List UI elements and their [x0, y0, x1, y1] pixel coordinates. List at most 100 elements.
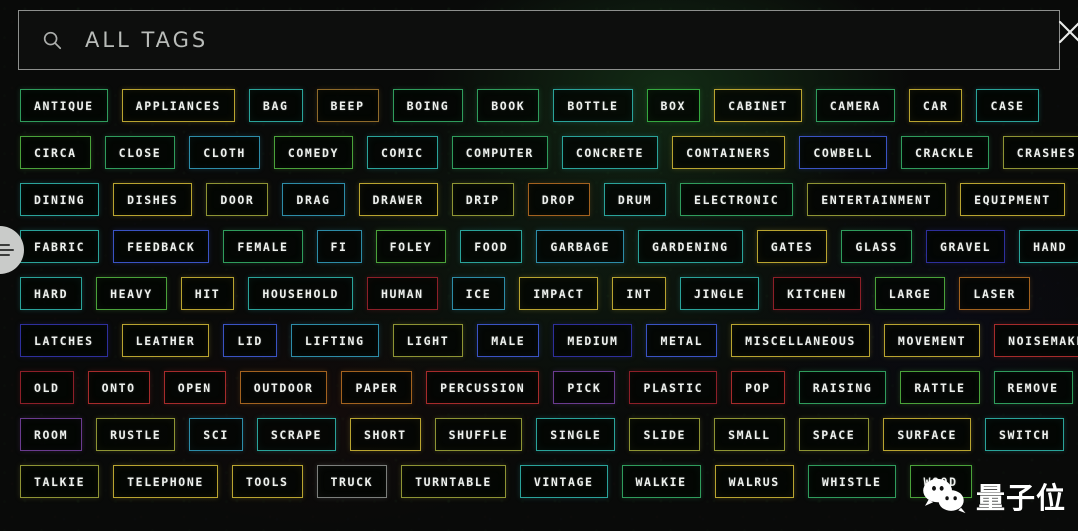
tag-chip[interactable]: ICE — [451, 277, 506, 310]
tag-chip[interactable]: SHUFFLE — [434, 418, 523, 451]
tag-chip[interactable]: WOOD — [909, 465, 972, 498]
tag-chip[interactable]: GRAVEL — [925, 230, 1006, 263]
tag-chip[interactable]: HAND — [1019, 230, 1078, 263]
tag-chip[interactable]: SWITCH — [985, 418, 1065, 451]
tag-chip[interactable]: DROP — [527, 183, 590, 216]
close-icon[interactable] — [1048, 10, 1078, 54]
tag-chip[interactable]: ELECTRONIC — [680, 183, 794, 216]
tag-chip[interactable]: CRACKLE — [900, 136, 989, 169]
tag-chip[interactable]: SLIDE — [629, 418, 701, 451]
tag-chip[interactable]: SMALL — [714, 418, 785, 451]
tag-chip[interactable]: METAL — [646, 324, 718, 357]
tag-chip[interactable]: NOISEMAKERS — [994, 324, 1078, 357]
tag-chip[interactable]: LATCHES — [20, 324, 108, 357]
tag-chip[interactable]: EQUIPMENT — [960, 183, 1065, 216]
tag-chip[interactable]: SCRAPE — [256, 418, 336, 451]
tag-chip[interactable]: COMPUTER — [451, 136, 548, 169]
tag-chip[interactable]: APPLIANCES — [121, 89, 235, 122]
tag-chip[interactable]: DRIP — [451, 183, 514, 216]
tag-chip[interactable]: CABINET — [714, 89, 802, 122]
tag-chip[interactable]: PICK — [553, 371, 616, 404]
tag-chip[interactable]: SURFACE — [883, 418, 971, 451]
tag-chip[interactable]: CLOSE — [104, 136, 176, 169]
tag-chip[interactable]: SINGLE — [536, 418, 616, 451]
tag-chip[interactable]: PERCUSSION — [426, 371, 540, 404]
tag-chip[interactable]: LIFTING — [290, 324, 379, 357]
tag-chip[interactable]: DRAWER — [358, 183, 438, 216]
tag-chip[interactable]: TALKIE — [20, 465, 100, 498]
tag-chip[interactable]: FABRIC — [20, 230, 100, 263]
tag-chip[interactable]: DISHES — [113, 183, 193, 216]
tag-chip[interactable]: SCI — [189, 418, 243, 451]
tag-chip[interactable]: RUSTLE — [96, 418, 176, 451]
tag-chip[interactable]: HOUSEHOLD — [248, 277, 354, 310]
tag-chip[interactable]: CAMERA — [815, 89, 895, 122]
tag-chip[interactable]: CLOTH — [189, 136, 260, 169]
tag-chip[interactable]: CRASHES — [1002, 136, 1078, 169]
tag-chip[interactable]: DRUM — [603, 183, 667, 216]
tag-chip[interactable]: BOTTLE — [553, 89, 633, 122]
tag-chip[interactable]: BAG — [248, 89, 303, 122]
tag-chip[interactable]: POP — [731, 371, 785, 404]
tag-chip[interactable]: ANTIQUE — [20, 89, 108, 122]
tag-chip[interactable]: MISCELLANEOUS — [731, 324, 870, 357]
tag-chip[interactable]: PLASTIC — [629, 371, 718, 404]
tag-chip[interactable]: BOX — [646, 89, 701, 122]
tag-chip[interactable]: LEATHER — [121, 324, 210, 357]
tag-chip[interactable]: MALE — [477, 324, 540, 357]
tag-chip[interactable]: MEDIUM — [553, 324, 633, 357]
tag-chip[interactable]: WALKIE — [621, 465, 701, 498]
tag-chip[interactable]: LIGHT — [392, 324, 464, 357]
tag-chip[interactable]: SPACE — [798, 418, 870, 451]
tag-chip[interactable]: CONTAINERS — [672, 136, 786, 169]
tag-chip[interactable]: CASE — [976, 89, 1039, 122]
tag-chip[interactable]: LID — [223, 324, 277, 357]
tag-chip[interactable]: OPEN — [163, 371, 226, 404]
tag-chip[interactable]: JINGLE — [679, 277, 760, 310]
tag-chip[interactable]: CAR — [908, 89, 963, 122]
tag-chip[interactable]: TRUCK — [316, 465, 388, 498]
tag-chip[interactable]: WHISTLE — [807, 465, 896, 498]
tag-chip[interactable]: HIT — [180, 277, 235, 310]
tag-chip[interactable]: CONCRETE — [561, 136, 659, 169]
tag-chip[interactable]: DRAG — [282, 183, 345, 216]
tag-chip[interactable]: TOOLS — [231, 465, 303, 498]
tag-chip[interactable]: HARD — [20, 277, 83, 310]
tag-chip[interactable]: FEEDBACK — [113, 230, 210, 263]
tag-chip[interactable]: IMPACT — [519, 277, 599, 310]
tag-chip[interactable]: FEMALE — [223, 230, 303, 263]
tag-chip[interactable]: BEEP — [316, 89, 379, 122]
tag-chip[interactable]: FOLEY — [375, 230, 447, 263]
tag-chip[interactable]: ENTERTAINMENT — [807, 183, 947, 216]
tag-chip[interactable]: ONTO — [87, 371, 150, 404]
tag-chip[interactable]: GLASS — [841, 230, 912, 263]
tag-chip[interactable]: HEAVY — [96, 277, 167, 310]
tag-chip[interactable]: GATES — [756, 230, 828, 263]
search-input[interactable] — [85, 28, 1059, 52]
tag-chip[interactable]: COMEDY — [273, 136, 354, 169]
tag-chip[interactable]: BOING — [392, 89, 464, 122]
tag-chip[interactable]: CIRCA — [20, 136, 91, 169]
tag-chip[interactable]: GARBAGE — [536, 230, 624, 263]
tag-chip[interactable]: COMIC — [367, 136, 438, 169]
tag-chip[interactable]: INT — [612, 277, 666, 310]
tag-chip[interactable]: MOVEMENT — [883, 324, 981, 357]
tag-chip[interactable]: TELEPHONE — [113, 465, 218, 498]
tag-chip[interactable]: REMOVE — [993, 371, 1073, 404]
tag-chip[interactable]: RAISING — [798, 371, 887, 404]
tag-chip[interactable]: FI — [316, 230, 362, 263]
tag-chip[interactable]: COWBELL — [799, 136, 887, 169]
tag-chip[interactable]: VINTAGE — [519, 465, 608, 498]
tag-chip[interactable]: ROOM — [20, 418, 83, 451]
tag-chip[interactable]: WALRUS — [714, 465, 794, 498]
tag-chip[interactable]: SHORT — [350, 418, 421, 451]
search-bar[interactable] — [18, 10, 1060, 70]
tag-chip[interactable]: HUMAN — [367, 277, 438, 310]
tag-chip[interactable]: RATTLE — [900, 371, 980, 404]
tag-chip[interactable]: LARGE — [874, 277, 946, 310]
tag-chip[interactable]: TURNTABLE — [401, 465, 506, 498]
tag-chip[interactable]: BOOK — [477, 89, 540, 122]
tag-chip[interactable]: GARDENING — [637, 230, 743, 263]
tag-chip[interactable]: LASER — [959, 277, 1031, 310]
tag-chip[interactable]: KITCHEN — [773, 277, 861, 310]
